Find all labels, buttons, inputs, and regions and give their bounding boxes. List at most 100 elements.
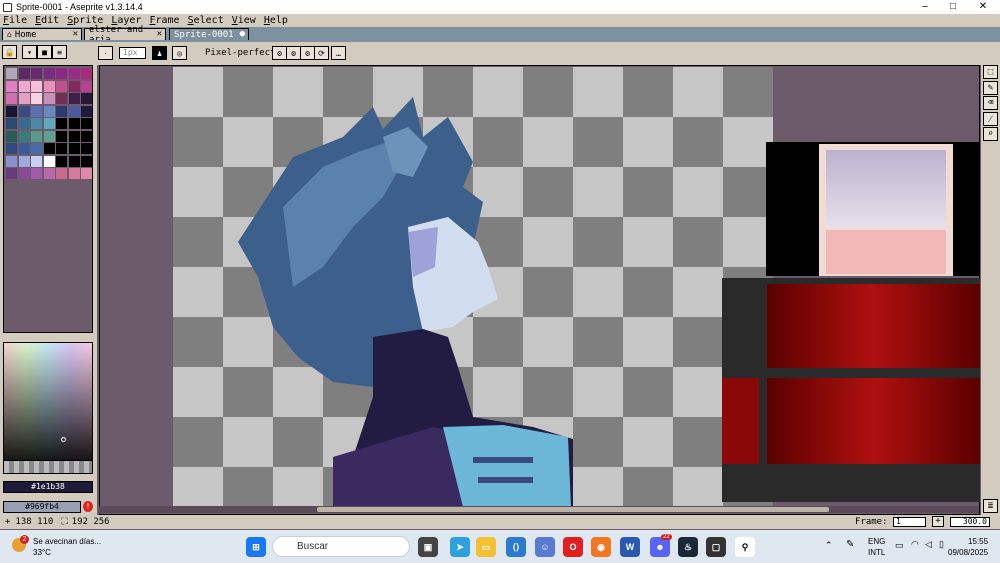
pen-icon[interactable]: ✎: [846, 539, 854, 550]
eyedropper-tool-icon[interactable]: ⁄: [983, 112, 998, 126]
horizontal-scrollbar[interactable]: [99, 506, 979, 513]
palette-swatch[interactable]: [68, 143, 80, 154]
menu-view[interactable]: View: [232, 15, 256, 26]
menu-edit[interactable]: Edit: [35, 15, 59, 26]
palette-swatch[interactable]: [18, 118, 30, 129]
tab-elster-and-aria[interactable]: elster and aria ✕: [84, 25, 166, 45]
menu-help[interactable]: Help: [264, 15, 288, 26]
menu-file[interactable]: File: [3, 15, 27, 26]
foreground-color-field[interactable]: #1e1b38: [3, 481, 93, 493]
palette-swatch[interactable]: [81, 155, 92, 167]
palette-swatch[interactable]: [56, 130, 67, 142]
palette-swatch[interactable]: [81, 68, 92, 79]
palette-swatch[interactable]: [18, 155, 30, 167]
symmetry-horizontal-icon[interactable]: ⚙: [272, 46, 287, 60]
tab-close-icon[interactable]: ✕: [73, 29, 78, 39]
palette-swatch[interactable]: [31, 168, 42, 179]
palette-swatch[interactable]: [6, 93, 17, 104]
reference-window-video[interactable]: [722, 278, 980, 502]
palette-swatch[interactable]: [43, 155, 55, 167]
symmetry-both-icon[interactable]: ⚙: [300, 46, 315, 60]
firefox-icon[interactable]: ◉: [591, 537, 611, 557]
palette-swatch[interactable]: [43, 80, 55, 92]
layer-mode-icon[interactable]: ■: [37, 45, 52, 59]
pixel-perfect-toggle[interactable]: Pixel-perfect: [205, 48, 275, 58]
ink-type-icon[interactable]: ♟: [152, 46, 167, 60]
palette-swatch[interactable]: [43, 93, 55, 104]
tab-close-icon[interactable]: ✕: [157, 29, 162, 39]
palette-swatch[interactable]: [31, 155, 42, 167]
palette-swatch[interactable]: [18, 93, 30, 104]
palette-swatch[interactable]: [43, 130, 55, 142]
symmetry-vertical-icon[interactable]: ⚙: [286, 46, 301, 60]
vscode-icon[interactable]: ⟨⟩: [506, 537, 526, 557]
palette-swatch[interactable]: [81, 118, 92, 129]
symmetry-reset-icon[interactable]: ⟳: [314, 46, 329, 60]
aseprite-taskbar-icon[interactable]: ▢: [706, 537, 726, 557]
pencil-tool-icon[interactable]: ✎: [983, 81, 998, 95]
battery-icon[interactable]: ▯: [939, 539, 944, 550]
palette-swatch[interactable]: [56, 80, 67, 92]
word-icon[interactable]: W: [620, 537, 640, 557]
palette-swatch[interactable]: [56, 105, 67, 117]
palette-swatch[interactable]: [56, 155, 67, 167]
palette-swatch[interactable]: [18, 105, 30, 117]
palette-swatch[interactable]: [31, 143, 42, 154]
steam-icon[interactable]: ♨: [678, 537, 698, 557]
wifi-icon[interactable]: ◠: [911, 539, 919, 550]
eraser-tool-icon[interactable]: ⌫: [983, 96, 998, 110]
layer-menu-icon[interactable]: ≡: [52, 45, 67, 59]
menu-select[interactable]: Select: [188, 15, 224, 26]
palette-swatch[interactable]: [6, 105, 17, 117]
minimize-button[interactable]: –: [910, 0, 940, 14]
language-code[interactable]: ENG: [868, 537, 885, 546]
task-view-icon[interactable]: ▣: [418, 537, 438, 557]
more-options-icon[interactable]: …: [331, 46, 346, 60]
volume-icon[interactable]: ◁: [925, 539, 932, 550]
tab-home[interactable]: ⌂ Home ✕: [2, 28, 82, 40]
palette-swatch[interactable]: [81, 93, 92, 104]
palette-swatch[interactable]: [43, 143, 55, 154]
monitor-icon[interactable]: ▭: [895, 540, 904, 551]
lock-icon[interactable]: 🔒: [2, 45, 17, 59]
color-spectrum-picker[interactable]: [3, 342, 93, 474]
zoom-tool-icon[interactable]: ⌕: [983, 127, 998, 141]
palette-swatch[interactable]: [81, 105, 92, 117]
discord-alt-icon[interactable]: ☺: [535, 537, 555, 557]
palette-swatch[interactable]: [31, 68, 42, 79]
layer-options-icon[interactable]: ▾: [22, 45, 37, 59]
palette-swatch[interactable]: [43, 168, 55, 179]
tab-sprite-0001[interactable]: Sprite-0001 ●: [169, 28, 249, 40]
palette-swatch[interactable]: [31, 93, 42, 104]
reference-window-album[interactable]: [766, 142, 980, 276]
palette-swatch[interactable]: [56, 118, 67, 129]
palette-swatch[interactable]: [68, 118, 80, 129]
palette-swatch[interactable]: [18, 80, 30, 92]
palette-swatch[interactable]: [56, 143, 67, 154]
palette-swatch[interactable]: [56, 68, 67, 79]
brush-size-input[interactable]: 1px: [119, 47, 146, 59]
palette-swatch[interactable]: [6, 118, 17, 129]
palette-swatch[interactable]: [43, 118, 55, 129]
palette-swatch[interactable]: [68, 93, 80, 104]
opera-icon[interactable]: O: [563, 537, 583, 557]
discord-icon[interactable]: ☻: [650, 537, 670, 557]
brush-type-icon[interactable]: ·: [98, 46, 113, 60]
opacity-icon[interactable]: ◎: [172, 46, 187, 60]
zoom-input[interactable]: 300.0: [950, 517, 990, 527]
palette-swatch[interactable]: [68, 168, 80, 179]
language-layout[interactable]: INTL: [868, 548, 885, 557]
pinned-app-icon[interactable]: ⚲: [735, 537, 755, 557]
background-color-field[interactable]: #969fb4: [3, 501, 81, 513]
alpha-slider[interactable]: [3, 460, 93, 474]
palette-swatch[interactable]: [18, 143, 30, 154]
palette-swatch[interactable]: [68, 80, 80, 92]
palette-swatch[interactable]: [56, 93, 67, 104]
timeline-toggle-icon[interactable]: ≣: [983, 499, 998, 513]
palette-swatch[interactable]: [6, 68, 17, 79]
palette-swatch[interactable]: [31, 118, 42, 129]
palette-swatch[interactable]: [81, 80, 92, 92]
palette-swatch[interactable]: [6, 143, 17, 154]
palette-swatch[interactable]: [6, 168, 17, 179]
palette-swatch[interactable]: [43, 105, 55, 117]
